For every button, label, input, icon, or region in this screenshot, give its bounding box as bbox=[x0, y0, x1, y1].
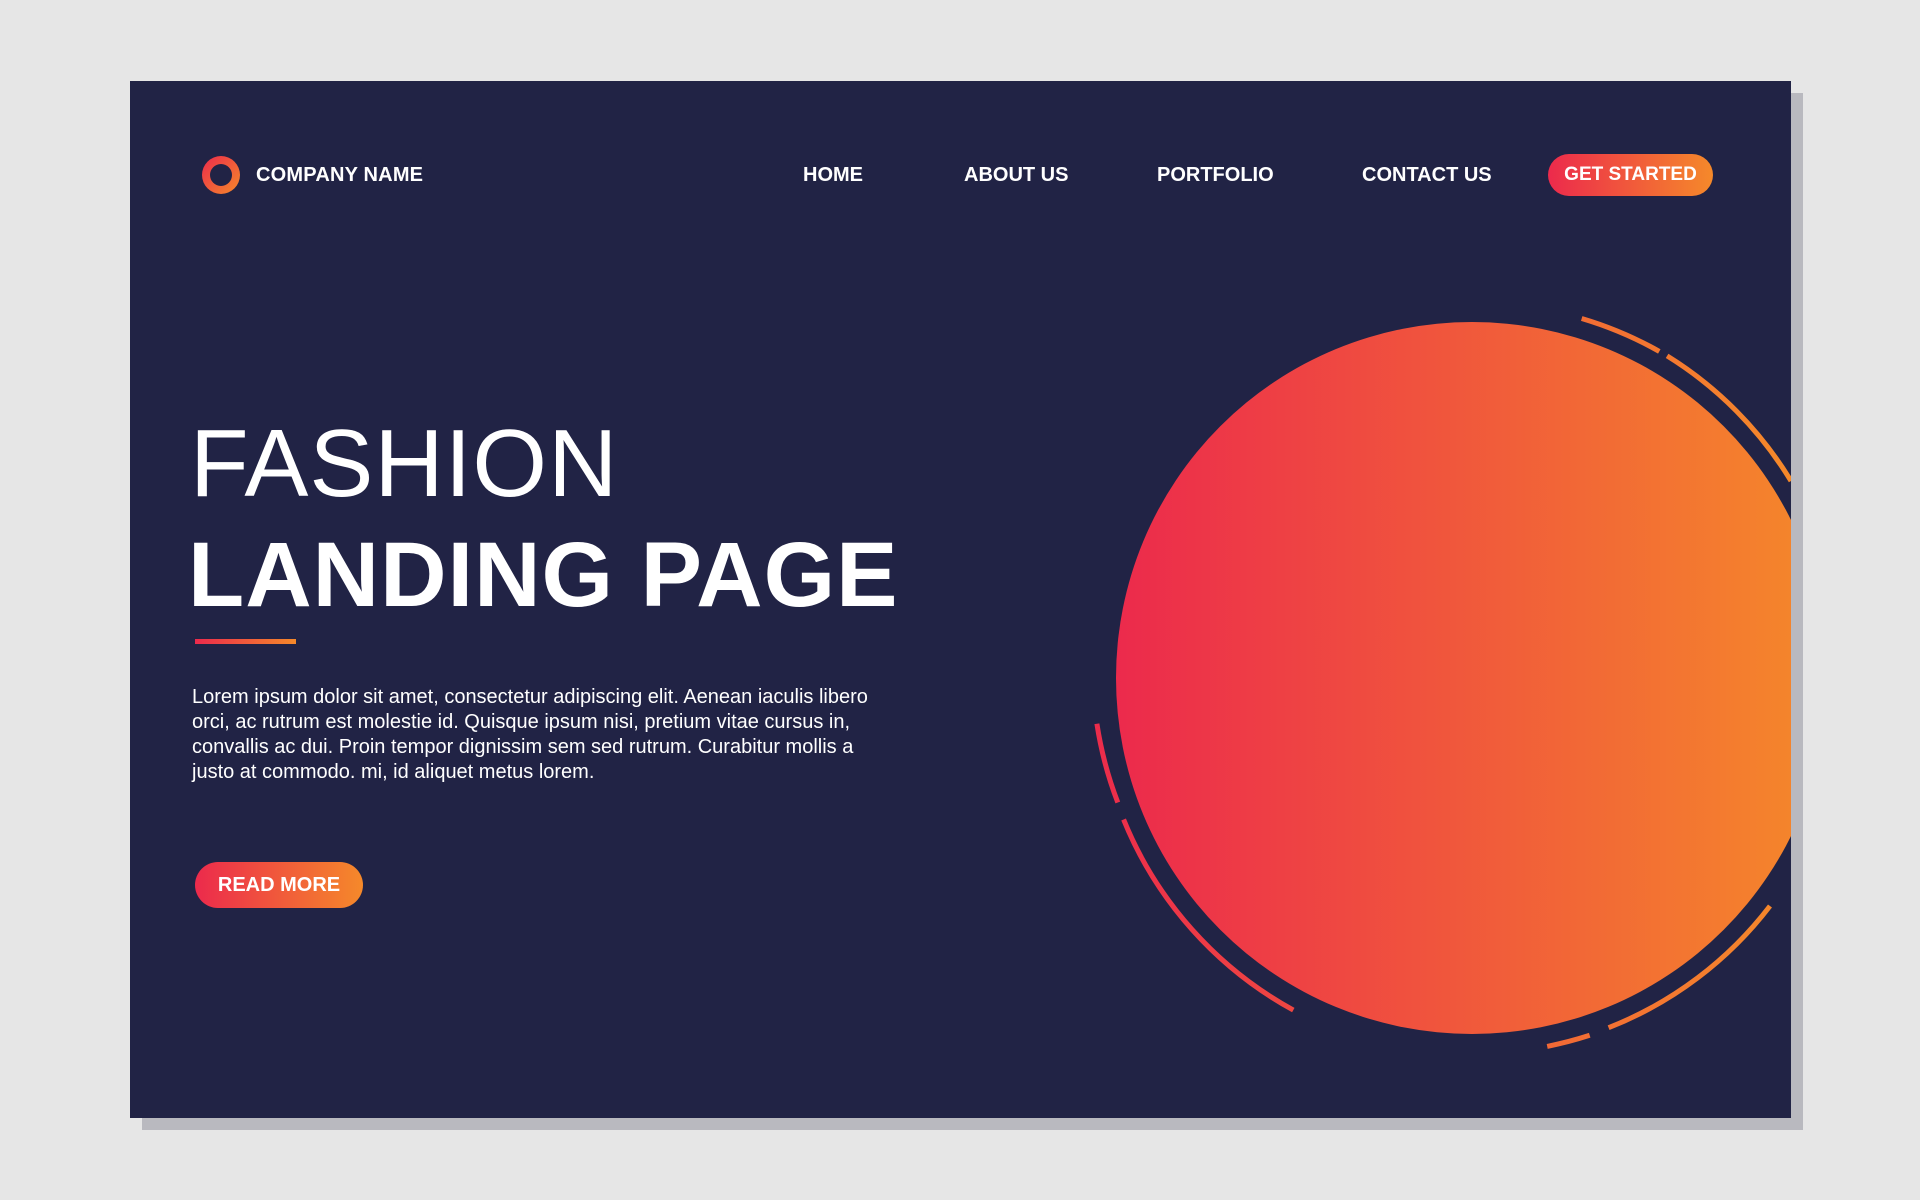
gradient-circle bbox=[1116, 322, 1791, 1034]
hero-description: Lorem ipsum dolor sit amet, consectetur … bbox=[192, 686, 868, 783]
nav-contact-us[interactable]: CONTACT US bbox=[1362, 164, 1492, 187]
read-more-button[interactable]: READ MORE bbox=[195, 862, 363, 908]
hero-title-line2: LANDING PAGE bbox=[188, 524, 899, 626]
arc-segment bbox=[1607, 904, 1772, 1031]
arc-segment bbox=[1665, 353, 1791, 483]
nav-home[interactable]: HOME bbox=[803, 164, 863, 187]
get-started-button[interactable]: GET STARTED bbox=[1548, 154, 1713, 196]
nav-about-us[interactable]: ABOUT US bbox=[964, 164, 1068, 187]
landing-page-canvas: COMPANY NAME HOME ABOUT US PORTFOLIO CON… bbox=[130, 81, 1791, 1118]
main-nav: HOME ABOUT US PORTFOLIO CONTACT US bbox=[130, 164, 1791, 188]
arc-segment bbox=[1121, 818, 1295, 1013]
arc-segment bbox=[1094, 723, 1121, 804]
hero-title-line1: FASHION bbox=[190, 410, 619, 517]
arc-segment bbox=[1546, 1032, 1591, 1049]
accent-divider bbox=[195, 639, 296, 644]
nav-portfolio[interactable]: PORTFOLIO bbox=[1157, 164, 1274, 187]
arc-segment bbox=[1580, 316, 1661, 354]
